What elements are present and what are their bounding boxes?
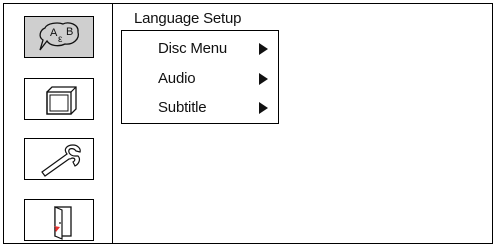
arrow-right-icon	[259, 43, 268, 55]
svg-text:ε: ε	[58, 34, 63, 45]
svg-text:B: B	[66, 26, 73, 38]
screen-icon	[46, 86, 77, 115]
setup-window: A ε B Language Setup Disc Menu Audio Sub…	[3, 3, 493, 244]
language-setup-button[interactable]: A ε B	[24, 16, 94, 58]
menu-item-label: Disc Menu	[158, 40, 228, 57]
sidebar-divider	[112, 4, 113, 243]
video-setup-button[interactable]	[24, 78, 94, 120]
page-title: Language Setup	[134, 10, 242, 27]
wrench-icon	[41, 144, 81, 177]
menu-item-label: Subtitle	[158, 99, 207, 116]
general-setup-button[interactable]	[24, 138, 94, 180]
arrow-right-icon	[259, 73, 268, 85]
language-menu: Disc Menu Audio Subtitle	[121, 30, 279, 124]
menu-item-label: Audio	[158, 70, 196, 87]
svg-text:A: A	[50, 27, 58, 39]
language-icon: A ε B	[39, 22, 79, 51]
arrow-right-icon	[259, 102, 268, 114]
exit-button[interactable]	[24, 199, 94, 241]
exit-door-icon	[45, 206, 72, 240]
menu-item-subtitle[interactable]: Subtitle	[122, 95, 278, 121]
menu-item-audio[interactable]: Audio	[122, 66, 278, 92]
menu-item-disc-menu[interactable]: Disc Menu	[122, 36, 278, 62]
